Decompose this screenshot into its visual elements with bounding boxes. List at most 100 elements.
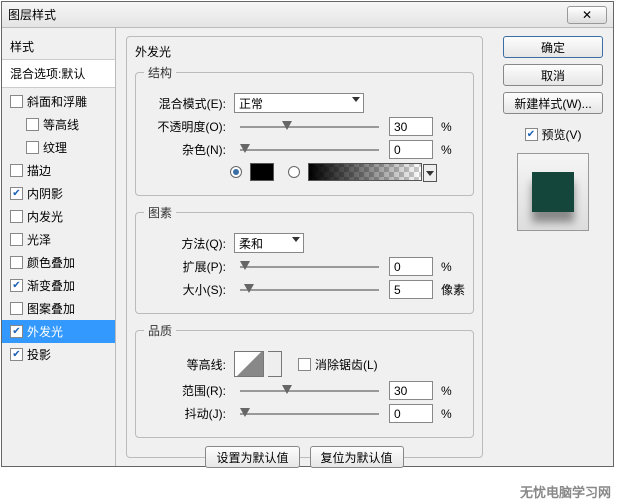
- dialog-title: 图层样式: [8, 6, 567, 23]
- noise-unit: %: [437, 143, 465, 157]
- range-slider[interactable]: [240, 383, 379, 399]
- contour-label: 等高线:: [144, 356, 230, 373]
- range-label: 范围(R):: [144, 382, 230, 399]
- gradient-picker[interactable]: [308, 163, 422, 181]
- make-default-button[interactable]: 设置为默认值: [205, 446, 299, 468]
- style-checkbox[interactable]: [10, 95, 23, 108]
- style-checkbox[interactable]: [26, 118, 39, 131]
- size-slider[interactable]: [240, 282, 379, 298]
- close-icon: ✕: [582, 8, 592, 22]
- style-checkbox[interactable]: [10, 187, 23, 200]
- style-item-10[interactable]: 外发光: [2, 320, 115, 343]
- style-checkbox[interactable]: [10, 348, 23, 361]
- style-item-0[interactable]: 斜面和浮雕: [2, 90, 115, 113]
- contour-dropdown[interactable]: [268, 351, 282, 377]
- antialias-checkbox[interactable]: [298, 358, 311, 371]
- style-item-label: 颜色叠加: [27, 254, 75, 271]
- layer-style-dialog: 图层样式 ✕ 样式 混合选项:默认 斜面和浮雕等高线纹理描边内阴影内发光光泽颜色…: [1, 1, 614, 467]
- size-label: 大小(S):: [144, 281, 230, 298]
- quality-legend: 品质: [144, 322, 176, 339]
- noise-label: 杂色(N):: [144, 141, 230, 158]
- size-unit: 像素: [437, 281, 465, 298]
- method-select[interactable]: 柔和: [234, 233, 304, 253]
- spread-unit: %: [437, 260, 465, 274]
- titlebar: 图层样式 ✕: [2, 2, 613, 28]
- style-checkbox[interactable]: [10, 210, 23, 223]
- style-item-6[interactable]: 光泽: [2, 228, 115, 251]
- blend-mode-value: 正常: [239, 95, 263, 112]
- style-item-4[interactable]: 内阴影: [2, 182, 115, 205]
- chevron-down-icon: [292, 237, 300, 242]
- style-item-label: 斜面和浮雕: [27, 93, 87, 110]
- style-item-label: 纹理: [43, 139, 67, 156]
- antialias-label: 消除锯齿(L): [315, 356, 378, 373]
- style-checkbox[interactable]: [10, 233, 23, 246]
- noise-slider[interactable]: [240, 142, 379, 158]
- style-item-label: 内阴影: [27, 185, 63, 202]
- styles-header: 样式: [2, 34, 115, 60]
- style-item-3[interactable]: 描边: [2, 159, 115, 182]
- spread-label: 扩展(P):: [144, 258, 230, 275]
- main-panel: 外发光 结构 混合模式(E): 正常 不透明度(O): 30: [116, 28, 493, 466]
- opacity-input[interactable]: 30: [389, 117, 433, 136]
- styles-sidebar: 样式 混合选项:默认 斜面和浮雕等高线纹理描边内阴影内发光光泽颜色叠加渐变叠加图…: [2, 28, 116, 466]
- jitter-label: 抖动(J):: [144, 405, 230, 422]
- opacity-slider[interactable]: [240, 119, 379, 135]
- style-checkbox[interactable]: [10, 325, 23, 338]
- spread-input[interactable]: 0: [389, 257, 433, 276]
- style-item-5[interactable]: 内发光: [2, 205, 115, 228]
- jitter-slider[interactable]: [240, 406, 379, 422]
- style-item-label: 图案叠加: [27, 300, 75, 317]
- blend-mode-label: 混合模式(E):: [144, 95, 230, 112]
- cancel-button[interactable]: 取消: [503, 64, 603, 86]
- jitter-input[interactable]: 0: [389, 404, 433, 423]
- style-item-label: 描边: [27, 162, 51, 179]
- style-item-7[interactable]: 颜色叠加: [2, 251, 115, 274]
- elements-group: 图素 方法(Q): 柔和 扩展(P): 0 %: [135, 204, 474, 314]
- blend-options-item[interactable]: 混合选项:默认: [2, 60, 115, 88]
- style-item-label: 渐变叠加: [27, 277, 75, 294]
- watermark: 无忧电脑学习网: [520, 482, 611, 501]
- elements-legend: 图素: [144, 204, 176, 221]
- style-checkbox[interactable]: [10, 256, 23, 269]
- quality-group: 品质 等高线: 消除锯齿(L) 范围(R): 30 %: [135, 322, 474, 438]
- gradient-radio[interactable]: [288, 166, 300, 178]
- method-label: 方法(Q):: [144, 235, 230, 252]
- preview-checkbox[interactable]: [525, 128, 538, 141]
- style-item-1[interactable]: 等高线: [2, 113, 115, 136]
- close-button[interactable]: ✕: [567, 6, 607, 24]
- blend-mode-select[interactable]: 正常: [234, 93, 364, 113]
- style-item-label: 内发光: [27, 208, 63, 225]
- color-swatch[interactable]: [250, 163, 274, 181]
- noise-input[interactable]: 0: [389, 140, 433, 159]
- right-sidebar: 确定 取消 新建样式(W)... 预览(V): [493, 28, 613, 466]
- style-item-11[interactable]: 投影: [2, 343, 115, 366]
- spread-slider[interactable]: [240, 259, 379, 275]
- gradient-dropdown[interactable]: [423, 164, 437, 182]
- range-unit: %: [437, 384, 465, 398]
- style-item-9[interactable]: 图案叠加: [2, 297, 115, 320]
- structure-legend: 结构: [144, 64, 176, 81]
- contour-picker[interactable]: [234, 351, 264, 377]
- opacity-label: 不透明度(O):: [144, 118, 230, 135]
- style-item-8[interactable]: 渐变叠加: [2, 274, 115, 297]
- style-checkbox[interactable]: [26, 141, 39, 154]
- style-checkbox[interactable]: [10, 302, 23, 315]
- style-item-label: 等高线: [43, 116, 79, 133]
- structure-group: 结构 混合模式(E): 正常 不透明度(O): 30 %: [135, 64, 474, 196]
- preview-thumbnail: [517, 153, 589, 231]
- ok-button[interactable]: 确定: [503, 36, 603, 58]
- color-radio[interactable]: [230, 166, 242, 178]
- style-checkbox[interactable]: [10, 279, 23, 292]
- style-item-label: 投影: [27, 346, 51, 363]
- new-style-button[interactable]: 新建样式(W)...: [503, 92, 603, 114]
- style-item-label: 光泽: [27, 231, 51, 248]
- reset-default-button[interactable]: 复位为默认值: [310, 446, 404, 468]
- style-item-2[interactable]: 纹理: [2, 136, 115, 159]
- size-input[interactable]: 5: [389, 280, 433, 299]
- range-input[interactable]: 30: [389, 381, 433, 400]
- style-item-label: 外发光: [27, 323, 63, 340]
- style-checkbox[interactable]: [10, 164, 23, 177]
- chevron-down-icon: [352, 97, 360, 102]
- panel-title: 外发光: [135, 43, 474, 60]
